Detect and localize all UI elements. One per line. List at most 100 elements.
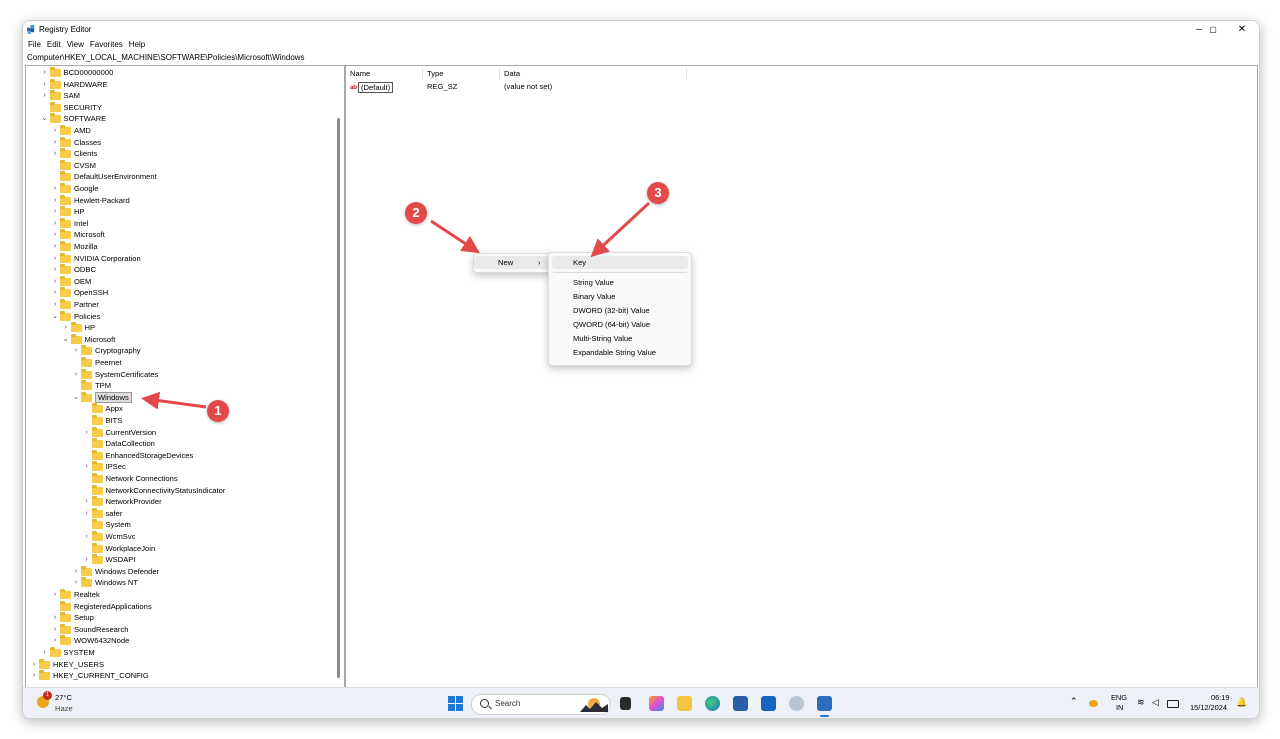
menu-favorites[interactable]: Favorites (87, 39, 126, 51)
tree-node-label[interactable]: Appx (106, 403, 123, 414)
registry-tree-pane[interactable]: › BCD00000000 › HARDWARE › SAM SECURITY ⌄ SOFTWA… (25, 65, 345, 689)
start-windows-icon[interactable] (448, 696, 463, 711)
tree-node-label[interactable]: WOW6432Node (74, 635, 129, 646)
taskbar-search-box[interactable]: Search (471, 694, 611, 715)
weather-temperature[interactable]: 27°C (55, 693, 72, 702)
maximize-button[interactable]: ▢ (1201, 23, 1225, 37)
column-header-name[interactable]: Name (350, 69, 370, 78)
chevron-right-icon[interactable]: › (51, 206, 59, 217)
tree-scrollbar[interactable] (337, 118, 340, 678)
values-list-pane[interactable]: Name Type Data ab (Default) REG_SZ (valu… (345, 65, 1258, 689)
tree-node-label[interactable]: SAM (64, 90, 80, 101)
clock-date[interactable]: 15/12/2024 (1190, 703, 1227, 712)
tree-node-label[interactable]: TPM (95, 380, 111, 391)
chevron-right-icon[interactable]: › (51, 137, 59, 148)
tree-node-label[interactable]: Policies (74, 311, 100, 322)
volume-icon[interactable]: ◁ (1152, 697, 1159, 708)
tray-weather-icon[interactable] (1089, 700, 1098, 707)
chevron-right-icon[interactable]: › (51, 148, 59, 159)
tree-node-label[interactable]: CVSM (74, 160, 96, 171)
input-locale[interactable]: IN (1116, 703, 1123, 712)
tree-node-label[interactable]: safer (106, 508, 123, 519)
menu-view[interactable]: View (64, 39, 87, 51)
show-hidden-icons-chevron[interactable]: ⌃ (1070, 696, 1078, 707)
chevron-right-icon[interactable]: › (83, 427, 91, 438)
context-menu-new[interactable]: New › (474, 256, 554, 269)
tree-node-label[interactable]: Peernet (95, 357, 122, 368)
chevron-right-icon[interactable]: › (51, 229, 59, 240)
tree-node-label[interactable]: Partner (74, 299, 99, 310)
submenu-string-value[interactable]: String Value (549, 276, 691, 289)
tree-node-label[interactable]: HKEY_USERS (53, 659, 104, 670)
file-explorer-icon[interactable] (677, 696, 692, 711)
tree-node-label[interactable]: Network Connections (106, 473, 178, 484)
edge-browser-icon[interactable] (705, 696, 720, 711)
chevron-right-icon[interactable]: › (62, 322, 70, 333)
outlook-icon[interactable] (761, 696, 776, 711)
tree-node-label[interactable]: NetworkConnectivityStatusIndicator (106, 485, 226, 496)
tree-node-label[interactable]: Mozilla (74, 241, 98, 252)
tree-node-label[interactable]: OpenSSH (74, 287, 108, 298)
tree-node-label[interactable]: Clients (74, 148, 97, 159)
tree-node-label[interactable]: Intel (74, 218, 88, 229)
tree-node-label[interactable]: NVIDIA Corporation (74, 253, 141, 264)
tree-node-label[interactable]: HP (85, 322, 96, 333)
language-indicator[interactable]: ENG (1111, 693, 1127, 702)
chevron-right-icon[interactable]: › (72, 345, 80, 356)
tree-node-label[interactable]: SystemCertificates (95, 369, 158, 380)
tree-node-label[interactable]: OEM (74, 276, 91, 287)
chevron-right-icon[interactable]: › (51, 218, 59, 229)
tree-node-label[interactable]: Hewlett-Packard (74, 195, 130, 206)
tree-node-label[interactable]: System (106, 519, 131, 530)
tree-node-label[interactable]: WSDAPI (106, 554, 136, 565)
value-name[interactable]: (Default) (358, 82, 394, 93)
column-separator[interactable] (499, 68, 500, 80)
submenu-qword-value[interactable]: QWORD (64-bit) Value (549, 318, 691, 331)
chevron-right-icon[interactable]: › (51, 195, 59, 206)
tree-node-label[interactable]: Cryptography (95, 345, 141, 356)
tree-node-label[interactable]: RegisteredApplications (74, 601, 152, 612)
tree-node-label[interactable]: Google (74, 183, 99, 194)
tree-node-label[interactable]: Realtek (74, 589, 100, 600)
chevron-right-icon[interactable]: › (51, 287, 59, 298)
notification-bell-icon[interactable]: 🔔 (1236, 697, 1247, 708)
tree-node-label[interactable]: NetworkProvider (106, 496, 162, 507)
chevron-right-icon[interactable]: › (83, 461, 91, 472)
tree-node-label[interactable]: AMD (74, 125, 91, 136)
column-header-data[interactable]: Data (504, 69, 520, 78)
registry-editor-taskbar-icon[interactable] (817, 696, 832, 711)
tree-node-label[interactable]: BCD00000000 (64, 67, 114, 78)
chevron-down-icon[interactable]: ⌄ (72, 392, 80, 403)
chevron-down-icon[interactable]: ⌄ (62, 334, 70, 345)
tree-node-label[interactable]: HARDWARE (64, 79, 108, 90)
submenu-multi-string-value[interactable]: Multi-String Value (549, 332, 691, 345)
chevron-right-icon[interactable]: › (51, 241, 59, 252)
chevron-right-icon[interactable]: › (83, 496, 91, 507)
menu-file[interactable]: File (25, 39, 44, 51)
chevron-right-icon[interactable]: › (51, 276, 59, 287)
tree-node-label[interactable]: BITS (106, 415, 123, 426)
microsoft-store-icon[interactable] (733, 696, 748, 711)
chevron-right-icon[interactable]: › (83, 508, 91, 519)
column-separator[interactable] (422, 68, 423, 80)
chevron-right-icon[interactable]: › (51, 183, 59, 194)
chevron-right-icon[interactable]: › (72, 566, 80, 577)
tree-node-label[interactable]: HKEY_CURRENT_CONFIG (53, 670, 149, 681)
tree-node-label[interactable]: Windows Defender (95, 566, 159, 577)
chevron-right-icon[interactable]: › (41, 647, 49, 658)
column-header-type[interactable]: Type (427, 69, 443, 78)
task-view-icon[interactable] (620, 697, 631, 710)
tree-node-label[interactable]: Windows (95, 391, 132, 403)
tree-node-label[interactable]: SYSTEM (64, 647, 95, 658)
tree-node-label[interactable]: Windows NT (95, 577, 138, 588)
tree-node-label[interactable]: EnhancedStorageDevices (106, 450, 194, 461)
submenu-expandable-string-value[interactable]: Expandable String Value (549, 346, 691, 359)
clock-time[interactable]: 06:19 (1211, 693, 1230, 702)
value-row-default[interactable]: ab (Default) REG_SZ (value not set) (346, 81, 1257, 93)
chevron-right-icon[interactable]: › (83, 531, 91, 542)
submenu-dword-value[interactable]: DWORD (32-bit) Value (549, 304, 691, 317)
tree-node-label[interactable]: SoundResearch (74, 624, 128, 635)
address-bar[interactable]: Computer\HKEY_LOCAL_MACHINE\SOFTWARE\Pol… (25, 52, 1257, 64)
column-separator[interactable] (686, 68, 687, 80)
tree-node-label[interactable]: HP (74, 206, 85, 217)
